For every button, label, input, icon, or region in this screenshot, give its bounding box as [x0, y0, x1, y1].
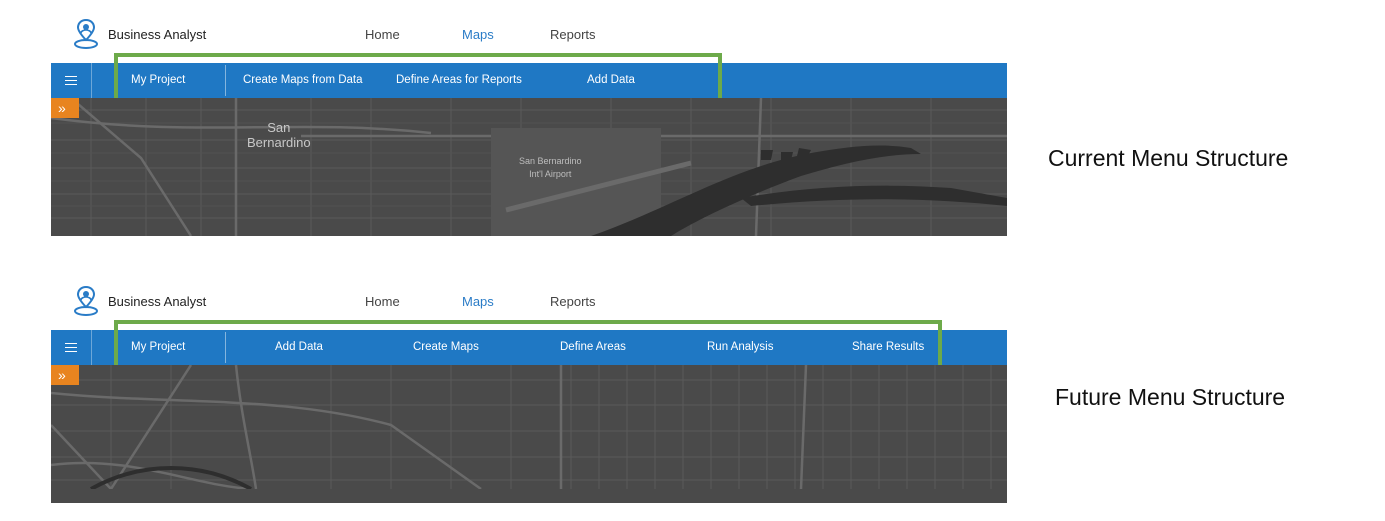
- map-label-line: Bernardino: [247, 135, 311, 150]
- map-label-line: San: [267, 120, 291, 135]
- future-menu-panel: Business Analyst Home Maps Reports My Pr…: [0, 267, 1385, 521]
- nav-home[interactable]: Home: [365, 294, 400, 309]
- business-analyst-logo-icon: [74, 18, 98, 49]
- nav-home[interactable]: Home: [365, 27, 400, 42]
- hamburger-icon: [65, 76, 77, 85]
- map-label-city: San Bernardino: [247, 120, 311, 150]
- nav-maps[interactable]: Maps: [462, 27, 494, 42]
- current-menu-panel: Business Analyst Home Maps Reports My Pr…: [0, 0, 1385, 254]
- map-view[interactable]: » San Bernardino San Bernardino Int'l Ai…: [51, 98, 1007, 236]
- expand-panel-button[interactable]: »: [51, 98, 79, 118]
- hamburger-icon: [65, 343, 77, 352]
- map-roads: [51, 365, 1007, 489]
- app-title: Business Analyst: [108, 294, 207, 309]
- double-chevron-right-icon: »: [58, 367, 66, 383]
- business-analyst-logo-icon: [74, 285, 98, 316]
- expand-panel-button[interactable]: »: [51, 365, 79, 385]
- caption-current: Current Menu Structure: [1048, 145, 1289, 171]
- nav-reports[interactable]: Reports: [550, 294, 596, 309]
- map-view[interactable]: »: [51, 365, 1007, 503]
- menu-button[interactable]: [51, 63, 92, 98]
- map-label-line: Int'l Airport: [529, 169, 572, 179]
- map-label-airport: San Bernardino Int'l Airport: [519, 155, 582, 181]
- nav-maps[interactable]: Maps: [462, 294, 494, 309]
- nav-reports[interactable]: Reports: [550, 27, 596, 42]
- double-chevron-right-icon: »: [58, 100, 66, 116]
- app-title: Business Analyst: [108, 27, 207, 42]
- map-label-line: San Bernardino: [519, 156, 582, 166]
- menu-button[interactable]: [51, 330, 92, 365]
- caption-future: Future Menu Structure: [1055, 384, 1286, 410]
